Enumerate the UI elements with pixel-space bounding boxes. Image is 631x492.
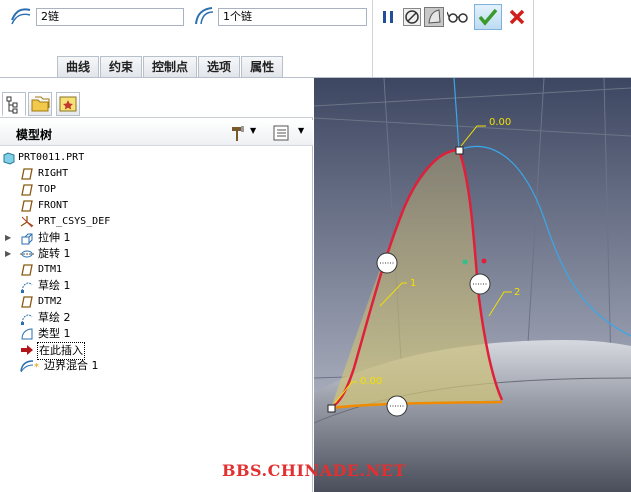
tree-item-top[interactable]: TOP: [0, 182, 313, 198]
dashboard-tabs: 曲线 约束 控制点 选项 属性: [57, 56, 284, 77]
datum-plane-icon: [20, 183, 34, 197]
tab-properties[interactable]: 属性: [241, 56, 284, 77]
part-icon: [2, 151, 16, 165]
tree-item-dtm2[interactable]: DTM2: [0, 294, 313, 310]
curve-label-1: 1: [410, 278, 416, 289]
tree-item-dtm1[interactable]: DTM1: [0, 262, 313, 278]
second-direction-chain-icon[interactable]: [193, 6, 215, 26]
tree-item-label: 类型 1: [38, 327, 71, 340]
tree-item-label: DTM1: [38, 264, 63, 275]
tab-curves[interactable]: 曲线: [57, 56, 100, 77]
navigator-tabs: [0, 78, 313, 118]
tree-item-label: PRT_CSYS_DEF: [38, 216, 111, 227]
tree-item-label: RIGHT: [38, 168, 69, 179]
tree-item-label: FRONT: [38, 200, 69, 211]
folder-browser-tab[interactable]: [28, 92, 52, 116]
sketch-icon: [20, 311, 34, 325]
tree-item-insert-here[interactable]: 在此插入: [0, 342, 313, 360]
tree-item-label: DTM2: [38, 296, 63, 307]
tree-item-sketch1[interactable]: 草绘 1: [0, 278, 313, 294]
revolve-icon: [20, 247, 34, 261]
tree-item-label: 草绘 1: [38, 279, 71, 292]
toolbar-separator: [372, 0, 373, 78]
tree-item-label: 拉伸 1: [38, 231, 71, 244]
favorites-tab[interactable]: [56, 92, 80, 116]
surface-icon: [20, 327, 34, 341]
bottom-tangency-label[interactable]: 0.00: [360, 376, 382, 387]
tree-item-boundary-blend[interactable]: * 边界混合 1: [0, 358, 313, 374]
tree-item-label: TOP: [38, 184, 57, 195]
model-tree: PRT0011.PRT RIGHT TOP FRONT PRT_CSYS_DEF…: [0, 150, 313, 374]
csys-icon: [20, 215, 34, 229]
tree-item-label: 边界混合 1: [44, 359, 99, 372]
boundary-blend-dashboard: 2链 1个链 曲线 约束 控制点 选项 属性: [0, 0, 631, 78]
second-direction-chain-field[interactable]: 1个链: [218, 8, 367, 26]
tree-item-type1[interactable]: 类型 1: [0, 326, 313, 342]
tree-item-sketch2[interactable]: 草绘 2: [0, 310, 313, 326]
datum-plane-icon: [20, 263, 34, 277]
graphics-viewport[interactable]: 0.00 0.00 1 2: [314, 78, 631, 492]
tree-item-part[interactable]: PRT0011.PRT: [0, 150, 313, 166]
pause-button[interactable]: [377, 6, 399, 28]
tree-item-label: 草绘 2: [38, 311, 71, 324]
navigator-panel: 模型树 ▼ ▼ PRT0011.PRT RIGHT TOP FRONT PRT_…: [0, 78, 313, 492]
tree-item-revolve[interactable]: ▶ 旋转 1: [0, 246, 313, 262]
tab-constraints[interactable]: 约束: [100, 56, 143, 77]
tab-options[interactable]: 选项: [198, 56, 241, 77]
model-tree-tab[interactable]: [2, 92, 26, 116]
model-tree-header: 模型树 ▼ ▼: [0, 120, 313, 146]
tree-show-list-icon[interactable]: [272, 124, 290, 145]
tree-item-csys[interactable]: PRT_CSYS_DEF: [0, 214, 313, 230]
svg-text:*: *: [34, 362, 39, 373]
toolbar-separator: [533, 0, 534, 78]
tree-item-front[interactable]: FRONT: [0, 198, 313, 214]
tree-settings-hammer-icon[interactable]: [230, 124, 248, 145]
datum-plane-icon: [20, 295, 34, 309]
sketch-icon: [20, 279, 34, 293]
tree-item-extrude[interactable]: ▶ 拉伸 1: [0, 230, 313, 246]
apply-checkmark-button[interactable]: [474, 4, 502, 30]
extrude-icon: [20, 231, 34, 245]
bottom-vertex[interactable]: [327, 404, 336, 413]
tree-item-label: PRT0011.PRT: [18, 152, 85, 163]
curve-label-2: 2: [514, 287, 520, 298]
verify-glasses-icon[interactable]: [447, 6, 469, 28]
first-direction-chain-icon[interactable]: [10, 6, 32, 26]
geometry-preview-icon[interactable]: [423, 6, 445, 28]
in-progress-star-icon: *: [34, 359, 42, 373]
model-tree-title: 模型树: [16, 128, 53, 142]
tree-item-right[interactable]: RIGHT: [0, 166, 313, 182]
no-preview-icon[interactable]: [401, 6, 423, 28]
cancel-x-button[interactable]: [506, 6, 528, 28]
tree-settings-chevron-down-icon[interactable]: ▼: [250, 126, 256, 135]
insert-arrow-icon: [20, 343, 34, 357]
tree-item-label: 旋转 1: [38, 247, 71, 260]
top-vertex[interactable]: [455, 146, 464, 155]
viewport-scene[interactable]: 0.00 0.00 1 2: [314, 78, 631, 492]
tab-control-points[interactable]: 控制点: [143, 56, 198, 77]
expand-arrow-icon[interactable]: ▶: [5, 246, 11, 262]
top-tangency-label[interactable]: 0.00: [489, 117, 511, 128]
datum-plane-icon: [20, 199, 34, 213]
boundary-blend-icon: [20, 359, 34, 373]
expand-arrow-icon[interactable]: ▶: [5, 230, 11, 246]
datum-plane-icon: [20, 167, 34, 181]
tree-show-chevron-down-icon[interactable]: ▼: [298, 126, 304, 135]
first-direction-chain-field[interactable]: 2链: [36, 8, 184, 26]
forum-watermark: BBS.CHINADE.NET: [222, 461, 406, 480]
